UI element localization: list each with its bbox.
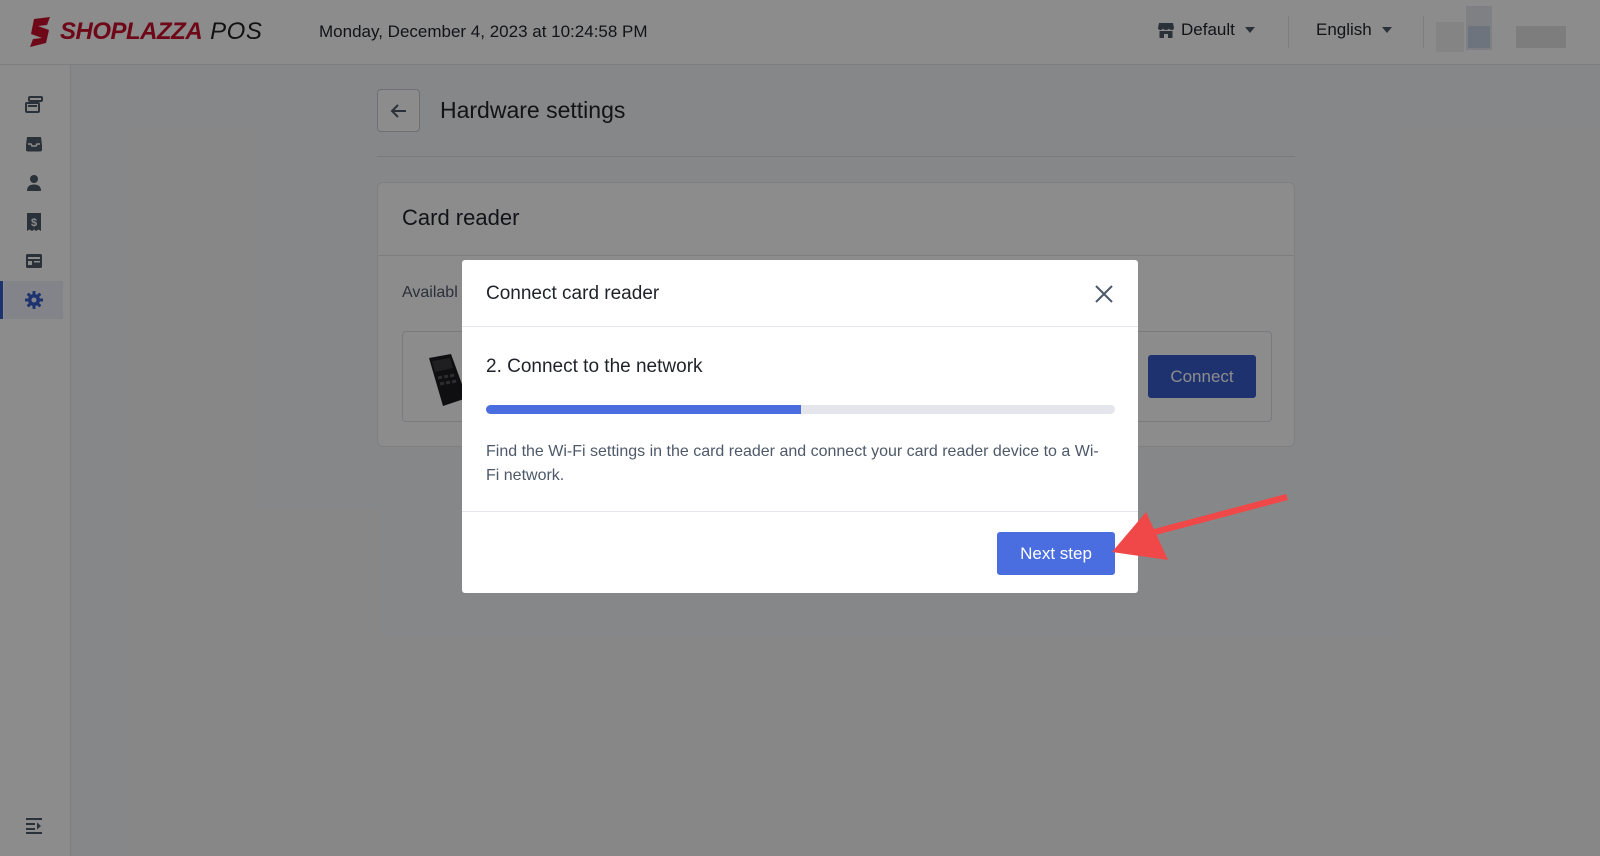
step-description: Find the Wi-Fi settings in the card read… [486,443,1099,484]
connect-card-reader-dialog: Connect card reader 2. Connect to the ne… [462,260,1138,593]
close-icon [1095,285,1113,303]
dialog-header: Connect card reader [462,260,1138,327]
dialog-title: Connect card reader [486,283,660,304]
arrow-head [1112,512,1168,560]
close-button[interactable] [1092,282,1116,306]
progress-fill [486,405,801,414]
next-step-button[interactable]: Next step [997,532,1115,575]
red-arrow-annotation [1112,494,1288,560]
arrow-shaft [1150,494,1288,536]
step-progress-bar [486,405,1115,414]
dialog-footer-divider [462,511,1138,512]
step-title: 2. Connect to the network [486,356,703,377]
